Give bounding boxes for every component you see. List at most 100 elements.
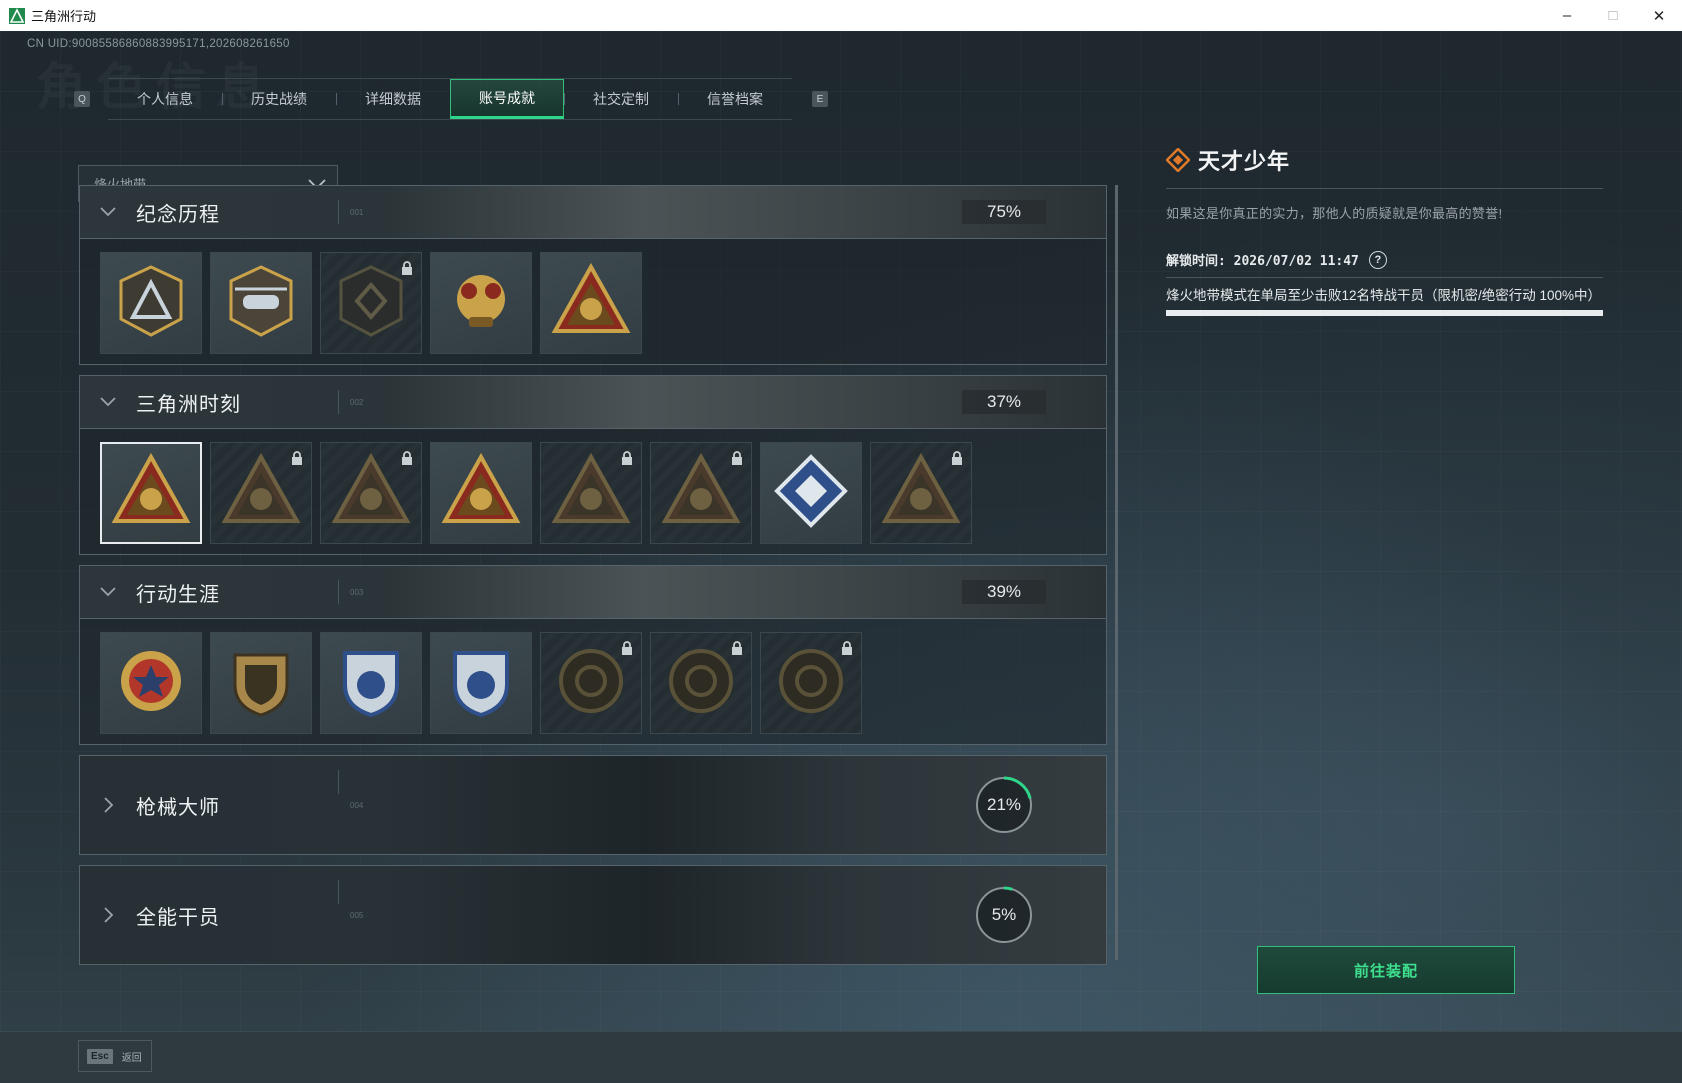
achievement-badge[interactable] (210, 252, 312, 354)
back-button[interactable]: Esc 返回 (78, 1040, 152, 1072)
achievement-badge[interactable] (760, 442, 862, 544)
achievement-badge[interactable] (320, 442, 422, 544)
star-medal-badge-icon (111, 641, 191, 726)
section-progress: 39% (962, 580, 1046, 604)
achievement-badge[interactable] (320, 632, 422, 734)
achievement-badge[interactable] (540, 252, 642, 354)
section-progress: 5% (991, 905, 1017, 924)
bottom-bar (0, 1031, 1682, 1083)
achievement-list: 纪念历程 001 75% 三角洲时刻 002 37% 行动生涯 003 39% … (79, 185, 1107, 975)
achievement-badge[interactable] (210, 442, 312, 544)
maximize-button[interactable]: □ (1590, 0, 1636, 31)
chevron-down-icon (100, 397, 116, 407)
section-title: 全能干员 (136, 906, 220, 929)
detail-description: 如果这是你真正的实力，那他人的质疑就是你最高的赞誉! (1166, 206, 1503, 221)
chevron-right-icon (104, 907, 114, 923)
chevron-down-icon (100, 587, 116, 597)
skull-medal-badge-icon (661, 641, 741, 726)
lock-icon (621, 451, 633, 471)
section-divider (338, 200, 339, 224)
achievement-badge[interactable] (870, 442, 972, 544)
dragon-triangle-badge-icon (881, 451, 961, 536)
achievement-badge[interactable] (650, 442, 752, 544)
badge-row (80, 429, 1106, 554)
achievement-badge[interactable] (100, 442, 202, 544)
tab-2[interactable]: 详细数据 (336, 79, 450, 119)
runner-triangle-badge-icon (221, 451, 301, 536)
tab-0[interactable]: 个人信息 (108, 79, 222, 119)
app-logo-icon (9, 7, 25, 24)
gem-triangle-badge-icon (331, 451, 411, 536)
tab-1[interactable]: 历史战绩 (222, 79, 336, 119)
achievement-badge[interactable] (430, 442, 532, 544)
achievement-section: 行动生涯 003 39% (79, 565, 1107, 745)
fish-triangle-badge-icon (661, 451, 741, 536)
uid-text: CN UID:9008558686088399517​1,20260826165… (27, 38, 290, 50)
achievement-badge[interactable] (650, 632, 752, 734)
back-label: 返回 (121, 1052, 142, 1064)
tab-4[interactable]: 社交定制 (564, 79, 678, 119)
achievement-badge[interactable] (210, 632, 312, 734)
lock-icon (621, 641, 633, 661)
achievement-badge[interactable] (540, 632, 642, 734)
section-header[interactable]: 枪械大师 004 21% (80, 756, 1106, 854)
section-header[interactable]: 纪念历程 001 75% (80, 186, 1106, 239)
chevron-right-icon (104, 797, 114, 813)
section-divider (338, 390, 339, 414)
section-title: 三角洲时刻 (136, 393, 241, 416)
lock-icon (731, 451, 743, 471)
detail-unlock-time-row: 解锁时间: 2026/07/02 11:47 ? (1166, 250, 1603, 269)
achievement-section: 全能干员 005 5% (79, 865, 1107, 965)
section-code: 003 (350, 587, 364, 597)
close-button[interactable]: ✕ (1636, 0, 1682, 31)
section-title: 纪念历程 (136, 203, 220, 226)
section-header[interactable]: 三角洲时刻 002 37% (80, 376, 1106, 429)
egg-triangle-badge-icon (551, 261, 631, 346)
crowd-triangle-badge-icon (551, 451, 631, 536)
go-equip-button[interactable]: 前往装配 (1257, 946, 1515, 994)
achievement-section: 纪念历程 001 75% (79, 185, 1107, 365)
section-code: 002 (350, 397, 364, 407)
section-progress: 21% (986, 795, 1022, 814)
shell-medal-badge-icon (551, 641, 631, 726)
squad-triangle-badge-icon (441, 451, 521, 536)
badge-row (80, 619, 1106, 744)
section-header[interactable]: 全能干员 005 5% (80, 866, 1106, 964)
delta-shield-badge-icon (111, 261, 191, 346)
detail-divider (1166, 188, 1603, 189)
helicopter-badge-icon (221, 261, 301, 346)
minimize-button[interactable]: – (1544, 0, 1590, 31)
achievement-section: 三角洲时刻 002 37% (79, 375, 1107, 555)
achievement-badge[interactable] (430, 632, 532, 734)
section-code: 004 (350, 800, 364, 810)
tab-prev-key-hint: Q (74, 91, 90, 107)
achievement-badge[interactable] (760, 632, 862, 734)
list-scrollbar[interactable] (1115, 185, 1118, 960)
tab-bar: Q 个人信息 历史战绩 详细数据 账号成就 社交定制 信誉档案 E (74, 78, 828, 120)
shield-crest-badge-icon (221, 641, 301, 726)
achievement-badge[interactable] (100, 252, 202, 354)
section-progress: 75% (962, 200, 1046, 224)
achievement-detail: 天才少年 如果这是你真正的实力，那他人的质疑就是你最高的赞誉! 解锁时间: 20… (1166, 144, 1603, 316)
section-header[interactable]: 行动生涯 003 39% (80, 566, 1106, 619)
help-icon[interactable]: ? (1368, 250, 1387, 269)
esc-key-hint: Esc (87, 1048, 113, 1064)
achievement-badge[interactable] (540, 442, 642, 544)
chevron-down-icon (100, 207, 116, 217)
tab-3[interactable]: 账号成就 (450, 79, 564, 119)
achievement-badge[interactable] (100, 632, 202, 734)
section-code: 001 (350, 207, 364, 217)
detail-progress-bar (1166, 310, 1603, 316)
tab-5[interactable]: 信誉档案 (678, 79, 792, 119)
window-titlebar: 三角洲行动 – □ ✕ (0, 0, 1682, 32)
blue-diamond-badge-icon (771, 451, 851, 536)
detail-title: 天才少年 (1198, 149, 1291, 174)
achievement-badge[interactable] (320, 252, 422, 354)
badge-row (80, 239, 1106, 364)
window-title: 三角洲行动 (31, 9, 97, 24)
achievement-badge[interactable] (430, 252, 532, 354)
lock-icon (401, 261, 413, 281)
detail-unlock-time: 解锁时间: 2026/07/02 11:47 (1166, 254, 1359, 269)
silver-diamond-crest-badge-icon (441, 641, 521, 726)
hex-emblem-badge-icon (331, 261, 411, 346)
